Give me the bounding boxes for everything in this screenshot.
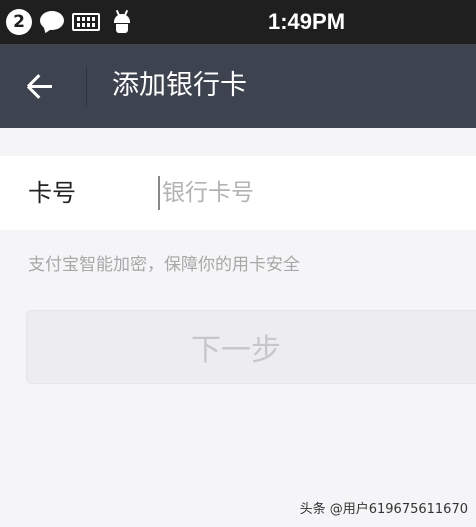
card-number-row: 卡号 [0,156,476,230]
status-bar: 2 1:49PM [0,0,476,44]
card-number-input[interactable] [162,156,462,230]
chat-icon [39,11,64,35]
nav-divider [86,66,87,106]
watermark: 头条 @用户619675611670 [299,502,468,517]
next-step-button[interactable]: 下一步 [26,310,476,384]
navigation-bar: 添加银行卡 [0,44,476,128]
notification-count-badge: 2 [6,9,32,35]
back-button[interactable] [20,66,64,106]
text-cursor [158,176,160,210]
card-number-label: 卡号 [28,179,76,207]
status-bar-icons: 2 [6,0,132,44]
security-hint: 支付宝智能加密，保障你的用卡安全 [28,255,300,275]
android-icon [112,9,132,35]
page-title: 添加银行卡 [112,70,247,101]
keyboard-icon [72,13,100,31]
status-bar-time: 1:49PM [268,9,346,34]
